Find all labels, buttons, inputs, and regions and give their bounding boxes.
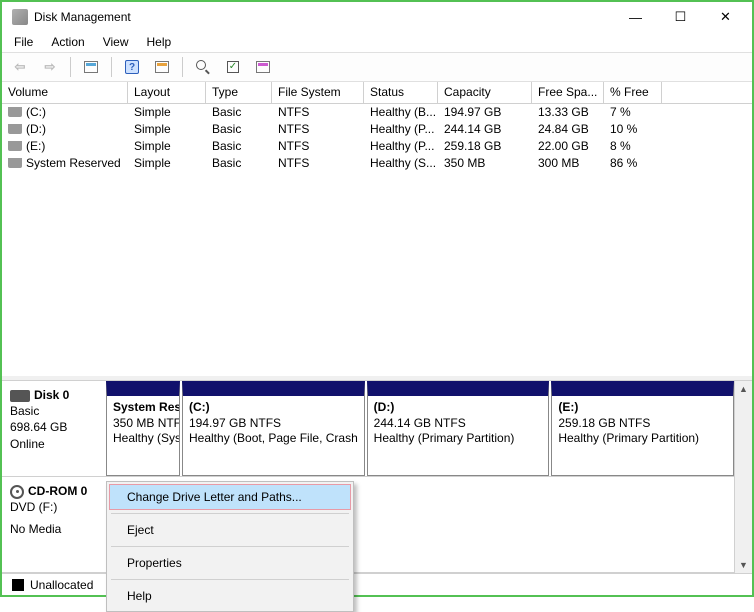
table-row[interactable]: System ReservedSimpleBasicNTFSHealthy (S…: [2, 155, 752, 172]
view-button-1[interactable]: [150, 56, 174, 78]
col-layout[interactable]: Layout: [128, 82, 206, 103]
scroll-up-icon[interactable]: ▲: [739, 381, 748, 397]
ctx-change-drive-letter[interactable]: Change Drive Letter and Paths...: [109, 484, 351, 510]
back-button[interactable]: ⇦: [8, 56, 32, 78]
scroll-down-icon[interactable]: ▼: [739, 557, 748, 573]
ctx-properties[interactable]: Properties: [109, 550, 351, 576]
disk-icon: [10, 390, 30, 402]
col-type[interactable]: Type: [206, 82, 272, 103]
separator: [111, 513, 349, 514]
ctx-eject[interactable]: Eject: [109, 517, 351, 543]
table-header: Volume Layout Type File System Status Ca…: [2, 82, 752, 104]
window-title: Disk Management: [34, 10, 613, 24]
view-icon-2: [256, 61, 270, 73]
partition-box[interactable]: (C:)194.97 GB NTFSHealthy (Boot, Page Fi…: [182, 381, 365, 476]
separator: [111, 579, 349, 580]
toolbar: ⇦ ⇨ ? ✓: [2, 52, 752, 82]
col-status[interactable]: Status: [364, 82, 438, 103]
col-fs[interactable]: File System: [272, 82, 364, 103]
col-capacity[interactable]: Capacity: [438, 82, 532, 103]
titlebar: Disk Management ― ☐ ✕: [2, 2, 752, 32]
drive-icon: [8, 107, 22, 117]
help-button[interactable]: ?: [120, 56, 144, 78]
drive-icon: [8, 141, 22, 151]
separator: [111, 546, 349, 547]
details-button[interactable]: [79, 56, 103, 78]
separator: [182, 57, 183, 77]
disk-row-disk0: Disk 0 Basic 698.64 GB Online System Res…: [2, 381, 734, 477]
ctx-help[interactable]: Help: [109, 583, 351, 609]
drive-icon: [8, 158, 22, 168]
disk0-info[interactable]: Disk 0 Basic 698.64 GB Online: [2, 381, 106, 476]
table-row[interactable]: (E:)SimpleBasicNTFSHealthy (P...259.18 G…: [2, 138, 752, 155]
magnifier-icon: [196, 60, 210, 74]
graphical-pane: Disk 0 Basic 698.64 GB Online System Res…: [2, 380, 752, 595]
view-button-2[interactable]: [251, 56, 275, 78]
help-icon: ?: [125, 60, 139, 74]
partition-box[interactable]: (D:)244.14 GB NTFSHealthy (Primary Parti…: [367, 381, 550, 476]
app-icon: [12, 9, 28, 25]
col-volume[interactable]: Volume: [2, 82, 128, 103]
cdrom-icon: [10, 485, 24, 499]
view-icon: [155, 61, 169, 73]
menubar: File Action View Help: [2, 32, 752, 52]
context-menu: Change Drive Letter and Paths... Eject P…: [106, 481, 354, 612]
table-row[interactable]: (D:)SimpleBasicNTFSHealthy (P...244.14 G…: [2, 121, 752, 138]
partition-box[interactable]: (E:)259.18 GB NTFSHealthy (Primary Parti…: [551, 381, 734, 476]
check-icon: ✓: [227, 61, 239, 73]
scrollbar[interactable]: ▲ ▼: [734, 381, 752, 573]
details-icon: [84, 61, 98, 73]
minimize-button[interactable]: ―: [613, 3, 658, 31]
volume-table: Volume Layout Type File System Status Ca…: [2, 82, 752, 380]
cdrom-info[interactable]: CD-ROM 0 DVD (F:) No Media: [2, 477, 106, 572]
legend-unallocated-swatch: [12, 579, 24, 591]
menu-help[interactable]: Help: [139, 33, 180, 51]
menu-file[interactable]: File: [6, 33, 41, 51]
check-button[interactable]: ✓: [221, 56, 245, 78]
scan-button[interactable]: [191, 56, 215, 78]
forward-button[interactable]: ⇨: [38, 56, 62, 78]
drive-icon: [8, 124, 22, 134]
menu-action[interactable]: Action: [43, 33, 92, 51]
maximize-button[interactable]: ☐: [658, 3, 703, 31]
menu-view[interactable]: View: [95, 33, 137, 51]
col-pfree[interactable]: % Free: [604, 82, 662, 103]
legend-unallocated-label: Unallocated: [30, 578, 93, 592]
col-free[interactable]: Free Spa...: [532, 82, 604, 103]
partition-box[interactable]: System Rese350 MB NTFSHealthy (Syst: [106, 381, 180, 476]
separator: [111, 57, 112, 77]
close-button[interactable]: ✕: [703, 3, 748, 31]
separator: [70, 57, 71, 77]
table-row[interactable]: (C:)SimpleBasicNTFSHealthy (B...194.97 G…: [2, 104, 752, 121]
